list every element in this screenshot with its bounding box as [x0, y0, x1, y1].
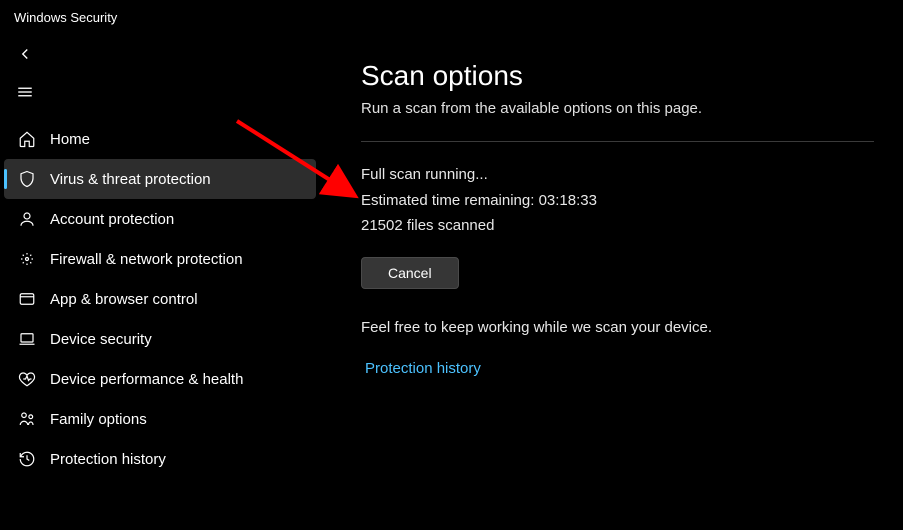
- sidebar-item-account[interactable]: Account protection: [4, 199, 316, 239]
- protection-history-link[interactable]: Protection history: [365, 360, 481, 377]
- laptop-icon: [18, 330, 36, 348]
- history-icon: [18, 450, 36, 468]
- scan-status-files: 21502 files scanned: [361, 213, 874, 239]
- menu-icon: [16, 83, 34, 101]
- network-icon: [18, 250, 36, 268]
- hint-text: Feel free to keep working while we scan …: [361, 319, 874, 336]
- sidebar-item-virus-threat[interactable]: Virus & threat protection: [4, 159, 316, 199]
- main-content: Scan options Run a scan from the availab…: [320, 35, 903, 529]
- arrow-left-icon: [16, 45, 34, 63]
- app-title: Windows Security: [0, 0, 903, 35]
- sidebar: Home Virus & threat protection Account p…: [0, 35, 320, 529]
- home-icon: [18, 130, 36, 148]
- page-subtitle: Run a scan from the available options on…: [361, 100, 874, 117]
- sidebar-item-app-browser[interactable]: App & browser control: [4, 279, 316, 319]
- scan-status-estimate: Estimated time remaining: 03:18:33: [361, 188, 874, 214]
- sidebar-item-firewall[interactable]: Firewall & network protection: [4, 239, 316, 279]
- app-icon: [18, 290, 36, 308]
- sidebar-item-label: Device security: [50, 331, 152, 348]
- sidebar-item-label: Home: [50, 131, 90, 148]
- cancel-button[interactable]: Cancel: [361, 257, 459, 289]
- hamburger-button[interactable]: [0, 73, 320, 119]
- sidebar-item-label: Protection history: [50, 451, 166, 468]
- sidebar-item-label: Virus & threat protection: [50, 171, 211, 188]
- divider: [361, 141, 874, 142]
- heart-icon: [18, 370, 36, 388]
- sidebar-item-label: Family options: [50, 411, 147, 428]
- sidebar-item-device-performance[interactable]: Device performance & health: [4, 359, 316, 399]
- person-icon: [18, 210, 36, 228]
- sidebar-item-label: App & browser control: [50, 291, 198, 308]
- family-icon: [18, 410, 36, 428]
- sidebar-item-home[interactable]: Home: [4, 119, 316, 159]
- sidebar-item-label: Device performance & health: [50, 371, 243, 388]
- sidebar-item-device-security[interactable]: Device security: [4, 319, 316, 359]
- shield-icon: [18, 170, 36, 188]
- back-button[interactable]: [0, 35, 320, 73]
- sidebar-item-family[interactable]: Family options: [4, 399, 316, 439]
- page-title: Scan options: [361, 60, 874, 92]
- sidebar-item-label: Firewall & network protection: [50, 251, 243, 268]
- sidebar-item-protection-history[interactable]: Protection history: [4, 439, 316, 479]
- scan-status-running: Full scan running...: [361, 162, 874, 188]
- sidebar-item-label: Account protection: [50, 211, 174, 228]
